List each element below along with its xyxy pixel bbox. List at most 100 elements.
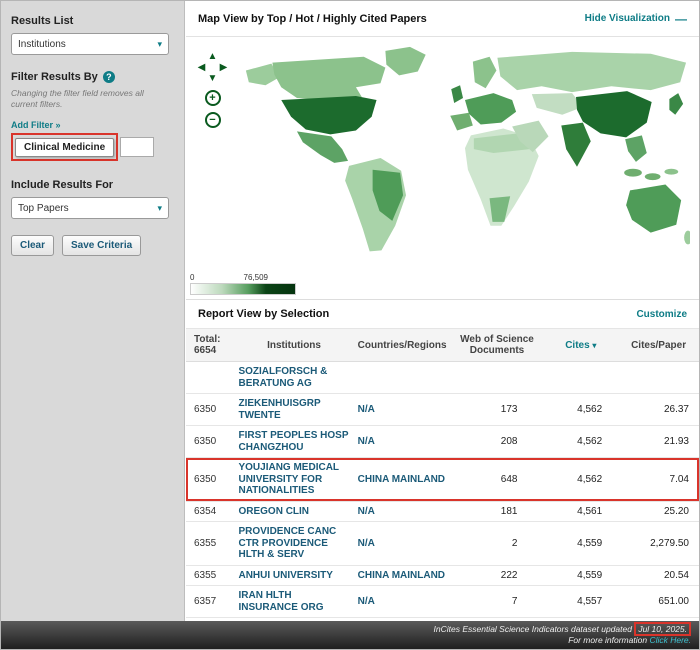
legend-gradient-bar: [190, 283, 296, 295]
filter-sidebar: Results List Institutions ▾ Filter Resul…: [1, 1, 185, 621]
hide-visualization-link[interactable]: Hide Visualization —: [585, 12, 687, 26]
results-table: Total: 6654 Institutions Countries/Regio…: [186, 329, 699, 621]
column-header-total: Total: 6654: [186, 329, 234, 362]
cell-cites: 4,562: [543, 426, 618, 458]
cell-cites: [543, 362, 618, 394]
cell-docs: 222: [451, 565, 544, 586]
esi-application-window: Results List Institutions ▾ Filter Resul…: [0, 0, 700, 650]
cell-rank: 6355: [186, 522, 234, 566]
table-row[interactable]: 6355ANHUI UNIVERSITYCHINA MAINLAND2224,5…: [186, 565, 699, 586]
add-filter-link[interactable]: Add Filter »: [11, 120, 61, 130]
include-results-heading: Include Results For: [11, 179, 174, 191]
customize-link[interactable]: Customize: [636, 309, 687, 320]
report-table-body: SOZIALFORSCH & BERATUNG AG6350ZIEKENHUIS…: [186, 362, 699, 622]
filter-results-heading: Filter Results By: [11, 71, 98, 83]
world-map-panel: ▲ ◀ ▶ ▼ + −: [186, 37, 699, 299]
cell-cites: 4,562: [543, 458, 618, 502]
cell-country: N/A: [354, 426, 451, 458]
cell-country: N/A: [354, 586, 451, 618]
cell-inst[interactable]: SOZIALFORSCH & BERATUNG AG: [234, 362, 353, 394]
column-header-documents[interactable]: Web of Science Documents: [451, 329, 544, 362]
include-results-select[interactable]: Top Papers ▾: [11, 197, 169, 219]
cell-cites: 4,562: [543, 394, 618, 426]
cell-cpp: [618, 362, 699, 394]
cell-inst[interactable]: OREGON CLIN: [234, 501, 353, 522]
cell-docs: 208: [451, 426, 544, 458]
table-row[interactable]: 6357IRAN HLTH INSURANCE ORGN/A74,557651.…: [186, 586, 699, 618]
chevron-down-icon: ▾: [157, 39, 162, 50]
cell-inst[interactable]: PROVIDENCE CANC CTR PROVIDENCE HLTH & SE…: [234, 522, 353, 566]
cell-cpp: 25.20: [618, 501, 699, 522]
cell-cites: 4,559: [543, 565, 618, 586]
cell-docs: [451, 362, 544, 394]
pan-up-icon[interactable]: ▲: [207, 51, 218, 62]
cell-rank: 6350: [186, 394, 234, 426]
choropleth-world-map[interactable]: [238, 43, 690, 269]
cell-inst[interactable]: YOUJIANG MEDICAL UNIVERSITY FOR NATIONAL…: [234, 458, 353, 502]
cell-rank: [186, 362, 234, 394]
cell-rank: 6350: [186, 458, 234, 502]
table-row[interactable]: 6350YOUJIANG MEDICAL UNIVERSITY FOR NATI…: [186, 458, 699, 502]
cell-cpp: 2,279.50: [618, 522, 699, 566]
cell-country: N/A: [354, 522, 451, 566]
dataset-updated-text: InCites Essential Science Indicators dat…: [434, 624, 635, 634]
cell-cites: 4,559: [543, 522, 618, 566]
cell-country: N/A: [354, 501, 451, 522]
main-content: Map View by Top / Hot / Highly Cited Pap…: [186, 1, 699, 621]
table-row[interactable]: 6355PROVIDENCE CANC CTR PROVIDENCE HLTH …: [186, 522, 699, 566]
minimize-icon: —: [675, 12, 687, 26]
cell-country: CHINA MAINLAND: [354, 565, 451, 586]
cell-rank: 6350: [186, 426, 234, 458]
map-pan-control[interactable]: ▲ ◀ ▶ ▼: [196, 51, 229, 84]
cell-inst[interactable]: ANHUI UNIVERSITY: [234, 565, 353, 586]
cell-cites: 4,557: [543, 586, 618, 618]
report-view-title: Report View by Selection: [198, 308, 329, 320]
annotation-box-date: Jul 10, 2025.: [634, 622, 691, 636]
cell-docs: 181: [451, 501, 544, 522]
annotation-box-filter: Clinical Medicine: [11, 133, 118, 161]
results-list-select[interactable]: Institutions ▾: [11, 33, 169, 55]
help-icon[interactable]: ?: [103, 71, 115, 83]
cell-rank: 6354: [186, 501, 234, 522]
cell-cites: 4,561: [543, 501, 618, 522]
zoom-out-button[interactable]: −: [205, 112, 221, 128]
active-filter-chip[interactable]: Clinical Medicine: [15, 138, 114, 157]
cell-cpp: 651.00: [618, 586, 699, 618]
pan-right-icon[interactable]: ▶: [218, 62, 229, 73]
cell-cpp: 7.04: [618, 458, 699, 502]
clear-button[interactable]: Clear: [11, 235, 54, 256]
table-row[interactable]: 6354OREGON CLINN/A1814,56125.20: [186, 501, 699, 522]
zoom-in-button[interactable]: +: [205, 90, 221, 106]
cell-inst[interactable]: IRAN HLTH INSURANCE ORG: [234, 586, 353, 618]
results-list-heading: Results List: [11, 15, 174, 27]
table-row[interactable]: SOZIALFORSCH & BERATUNG AG: [186, 362, 699, 394]
map-color-legend: 0 76,509: [190, 273, 310, 295]
column-header-cites-per-paper[interactable]: Cites/Paper: [618, 329, 699, 362]
cell-docs: 2: [451, 522, 544, 566]
column-header-cites-sorted[interactable]: Cites ▾: [543, 329, 618, 362]
cell-docs: 7: [451, 586, 544, 618]
cell-cpp: 21.93: [618, 426, 699, 458]
dataset-footer: InCites Essential Science Indicators dat…: [1, 621, 699, 649]
click-here-link[interactable]: Click Here.: [649, 635, 691, 645]
sort-descending-icon: ▾: [592, 341, 596, 350]
cell-country: [354, 362, 451, 394]
map-view-title: Map View by Top / Hot / Highly Cited Pap…: [198, 13, 427, 25]
column-header-institutions[interactable]: Institutions: [234, 329, 353, 362]
save-criteria-button[interactable]: Save Criteria: [62, 235, 141, 256]
table-row[interactable]: 6350FIRST PEOPLES HOSP CHANGZHOUN/A2084,…: [186, 426, 699, 458]
table-row[interactable]: 6350ZIEKENHUISGRP TWENTEN/A1734,56226.37: [186, 394, 699, 426]
cell-rank: 6357: [186, 586, 234, 618]
filter-note-text: Changing the filter field removes all cu…: [11, 88, 161, 109]
cell-country: N/A: [354, 394, 451, 426]
pan-down-icon[interactable]: ▼: [207, 73, 218, 84]
chevron-down-icon: ▾: [157, 203, 162, 214]
cell-cpp: 20.54: [618, 565, 699, 586]
cell-docs: 173: [451, 394, 544, 426]
column-header-countries[interactable]: Countries/Regions: [354, 329, 451, 362]
cell-inst[interactable]: FIRST PEOPLES HOSP CHANGZHOU: [234, 426, 353, 458]
filter-input[interactable]: [120, 137, 154, 157]
cell-inst[interactable]: ZIEKENHUISGRP TWENTE: [234, 394, 353, 426]
pan-left-icon[interactable]: ◀: [196, 62, 207, 73]
cell-docs: 648: [451, 458, 544, 502]
